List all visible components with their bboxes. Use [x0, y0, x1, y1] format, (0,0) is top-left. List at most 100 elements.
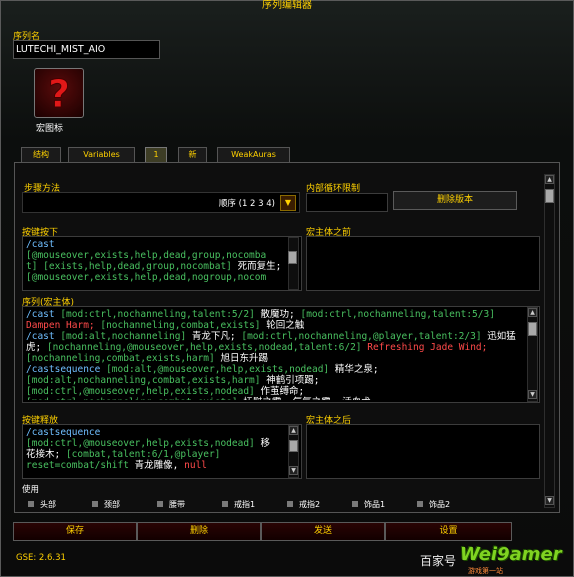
- send-button[interactable]: 发送: [261, 522, 385, 541]
- use-label: 使用: [22, 485, 40, 495]
- code-segment: reset=combat/shift: [26, 460, 129, 471]
- code-line: Dampen Harm; [nochanneling,combat,exists…: [26, 320, 521, 331]
- save-button[interactable]: 保存: [13, 522, 137, 541]
- checkbox-icon: [352, 501, 358, 507]
- use-checkbox-head[interactable]: 头部: [28, 499, 56, 510]
- code-segment: 抚慰之雾, 氤氲之雾, 活血术: [238, 397, 370, 400]
- pre-macro-editor[interactable]: [306, 236, 540, 291]
- code-segment: 神鹤引项踢;: [260, 375, 320, 386]
- use-checkbox-belt[interactable]: 腰带: [157, 499, 185, 510]
- use-checkbox-ring2[interactable]: 戒指2: [287, 499, 320, 510]
- code-segment: 花接木;: [26, 449, 61, 460]
- keypress-scroll-thumb[interactable]: [288, 251, 297, 264]
- settings-button[interactable]: 设置: [385, 522, 512, 541]
- code-line: 花接木; [combat,talent:6/1,@player]: [26, 449, 288, 460]
- code-segment: /cast: [26, 239, 55, 250]
- code-segment: [mod:ctrl,nochanneling,combat,exists]: [26, 397, 238, 400]
- tab-structure[interactable]: 结构: [21, 147, 61, 162]
- scroll-down-arrow[interactable]: ▼: [545, 496, 554, 505]
- checkbox-icon: [157, 501, 163, 507]
- code-segment: /castsequence: [26, 364, 101, 375]
- code-segment: [mod:alt,nochanneling,combat,exists,harm…: [26, 375, 261, 386]
- code-line: /cast: [26, 239, 282, 250]
- inner-loop-input[interactable]: [306, 193, 388, 212]
- macro-icon-button[interactable]: ?: [34, 68, 84, 118]
- tab-version-1[interactable]: 1: [145, 147, 167, 162]
- watermark-prefix: 百家号: [420, 554, 457, 568]
- scroll-thumb[interactable]: [545, 189, 554, 203]
- code-line: /castsequence [mod:alt,@mouseover,help,e…: [26, 364, 521, 375]
- code-line: [@mouseover,exists,help,dead,group,nocom…: [26, 250, 282, 261]
- code-line: /castsequence: [26, 427, 288, 438]
- code-segment: 旭日东升踢: [214, 353, 268, 364]
- code-line: 虎; [nochanneling,@mouseover,help,exists,…: [26, 342, 521, 353]
- code-line: [mod:ctrl,nochanneling,combat,exists] 抚慰…: [26, 397, 521, 400]
- code-segment: 迅如猛: [481, 331, 516, 342]
- keypress-code: /cast [@mouseover,exists,help,dead,group,…: [26, 239, 282, 283]
- watermark-brand: Wei9amer: [460, 544, 562, 565]
- use-checkbox-trinket2[interactable]: 饰品2: [417, 499, 450, 510]
- code-segment: [mod:ctrl,nochanneling,talent:5/3]: [294, 309, 495, 320]
- code-segment: [@mouseover,exists,help,dead,group,nocom…: [26, 250, 267, 261]
- sequence-name-input[interactable]: LUTECHI_MIST_AIO: [13, 40, 160, 59]
- keyrelease-scroll-down[interactable]: ▼: [289, 466, 298, 475]
- svg-text:?: ?: [48, 72, 70, 116]
- scroll-up-arrow[interactable]: ▲: [545, 175, 554, 184]
- use-checkbox-neck[interactable]: 颈部: [92, 499, 120, 510]
- code-line: [mod:ctrl,@mouseover,help,exists,nodead]…: [26, 386, 521, 397]
- code-line: [mod:alt,nochanneling,combat,exists,harm…: [26, 375, 521, 386]
- delete-button[interactable]: 删除: [137, 522, 261, 541]
- code-segment: [combat,talent:6/1,@player]: [60, 449, 221, 460]
- code-segment: t] [exists,help,dead,group,nocombat]: [26, 261, 232, 272]
- sequence-code: /cast [mod:ctrl,nochanneling,talent:5/2]…: [26, 309, 521, 400]
- sequence-scroll-thumb[interactable]: [528, 322, 537, 336]
- window-title: 序列编辑器: [262, 0, 312, 11]
- delete-version-button[interactable]: 删除版本: [393, 191, 517, 210]
- tab-new[interactable]: 新: [178, 147, 207, 162]
- checkbox-icon: [287, 501, 293, 507]
- checkbox-icon: [417, 501, 423, 507]
- code-line: /cast [mod:alt,nochanneling] 青龙下凡; [mod:…: [26, 331, 521, 342]
- chevron-down-icon[interactable]: ▼: [280, 195, 296, 211]
- post-macro-editor[interactable]: [306, 424, 540, 479]
- code-segment: [mod:ctrl,nochanneling,talent:5/2]: [54, 309, 255, 320]
- code-line: t] [exists,help,dead,group,nocombat] 死而复…: [26, 261, 282, 272]
- macro-icon-label: 宏图标: [36, 124, 64, 134]
- checkbox-icon: [92, 501, 98, 507]
- code-segment: null: [178, 460, 208, 471]
- version-text: GSE: 2.6.31: [16, 553, 66, 563]
- code-segment: [nochanneling,combat,exists,harm]: [26, 353, 215, 364]
- tab-weakauras[interactable]: WeakAuras: [217, 147, 290, 162]
- code-segment: [mod:alt,nochanneling]: [54, 331, 187, 342]
- code-segment: Refreshing Jade Wind;: [361, 342, 488, 353]
- code-segment: Dampen Harm;: [26, 320, 95, 331]
- step-method-value: 顺序 (1 2 3 4): [218, 199, 275, 209]
- sequence-name-value: LUTECHI_MIST_AIO: [16, 44, 106, 55]
- sequence-scroll-up[interactable]: ▲: [528, 308, 537, 317]
- code-segment: 轮回之触: [260, 320, 305, 331]
- keyrelease-scroll-thumb[interactable]: [289, 440, 298, 452]
- keypress-editor[interactable]: /cast [@mouseover,exists,help,dead,group,…: [22, 236, 302, 291]
- code-segment: 作茧缚命;: [254, 386, 305, 397]
- tab-variables[interactable]: Variables: [68, 147, 135, 162]
- step-method-dropdown[interactable]: 顺序 (1 2 3 4) ▼: [22, 192, 300, 213]
- question-mark-icon: ?: [47, 72, 70, 117]
- code-segment: 移: [254, 438, 271, 449]
- keyrelease-code: /castsequence [mod:ctrl,@mouseover,help,e…: [26, 427, 288, 471]
- sequence-body-editor[interactable]: /cast [mod:ctrl,nochanneling,talent:5/2]…: [22, 306, 540, 403]
- checkbox-icon: [28, 501, 34, 507]
- sequence-scroll-down[interactable]: ▼: [528, 390, 537, 399]
- code-segment: 青龙下凡;: [186, 331, 236, 342]
- code-segment: /cast: [26, 331, 55, 342]
- code-segment: [@mouseover,exists,help,dead,nogroup,noc…: [26, 272, 267, 283]
- panel-scrollbar[interactable]: [544, 174, 555, 508]
- keyrelease-editor[interactable]: /castsequence [mod:ctrl,@mouseover,help,e…: [22, 424, 302, 479]
- code-segment: /castsequence: [26, 427, 101, 438]
- checkbox-icon: [222, 501, 228, 507]
- use-checkbox-trinket1[interactable]: 饰品1: [352, 499, 385, 510]
- watermark: 百家号 Wei9amer 游戏第一站: [420, 544, 570, 576]
- keyrelease-scroll-up[interactable]: ▲: [289, 426, 298, 435]
- use-checkbox-ring1[interactable]: 戒指1: [222, 499, 255, 510]
- code-segment: [nochanneling,@mouseover,help,exists,nod…: [41, 342, 362, 353]
- code-line: [@mouseover,exists,help,dead,nogroup,noc…: [26, 272, 282, 283]
